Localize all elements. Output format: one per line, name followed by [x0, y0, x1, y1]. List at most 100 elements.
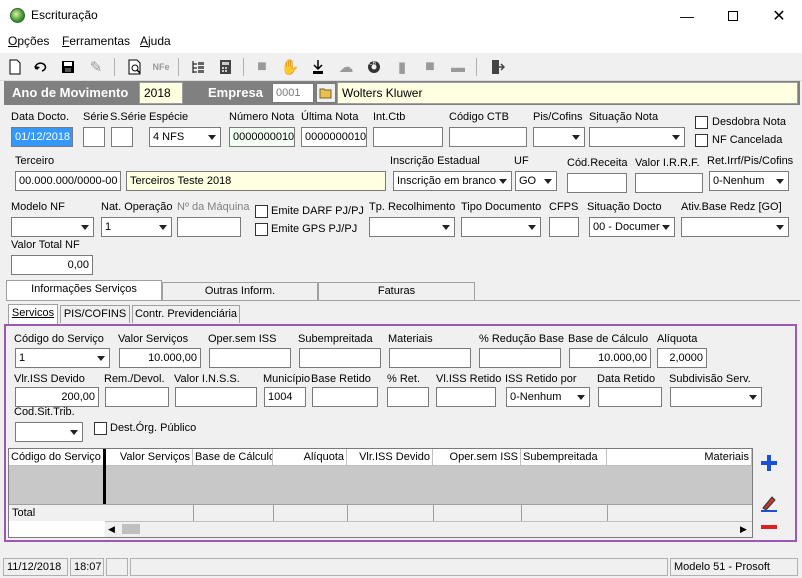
oper-sem-iss-field[interactable] — [209, 348, 291, 368]
servicos-grid[interactable]: Código do Serviço Valor Serviços Base de… — [8, 448, 753, 538]
building-icon[interactable]: ■ — [252, 57, 272, 77]
sserie-field[interactable] — [111, 127, 133, 147]
tipo-documento-select[interactable] — [461, 217, 541, 237]
emite-darf-checkbox[interactable] — [255, 205, 268, 218]
rem-devol-field[interactable] — [105, 387, 169, 407]
grid-header-vlr-iss-devido[interactable]: Vlr.ISS Devido — [347, 449, 433, 466]
subtab-pis-cofins[interactable]: PIS/COFINS — [60, 305, 130, 323]
numero-nota-field[interactable]: 0000000010 — [229, 127, 295, 147]
uf-select[interactable]: GO — [515, 171, 557, 191]
tree-list-icon[interactable] — [188, 57, 208, 77]
empresa-code-field[interactable]: 0001 — [272, 83, 314, 103]
save-icon[interactable] — [58, 57, 78, 77]
menu-opcoes[interactable]: Opções — [8, 34, 49, 48]
grid-header-materiais[interactable]: Materiais — [607, 449, 752, 466]
int-ctb-field[interactable] — [373, 127, 443, 147]
serie-field[interactable] — [83, 127, 105, 147]
vl-iss-retido-field[interactable] — [436, 387, 496, 407]
hand-icon[interactable]: ✋ — [280, 57, 300, 77]
edit-row-icon[interactable] — [758, 492, 780, 514]
cod-sit-trib-select[interactable] — [15, 422, 83, 442]
menu-ferramentas[interactable]: Ferramentas — [62, 34, 130, 48]
print-preview-icon[interactable] — [125, 57, 145, 77]
tab-outras-inform[interactable]: Outras Inform. — [162, 282, 318, 300]
valor-servicos-field[interactable]: 10.000,00 — [119, 348, 201, 368]
tab-faturas[interactable]: Faturas — [318, 282, 475, 300]
pct-ret-field[interactable] — [387, 387, 429, 407]
cod-receita-field[interactable] — [567, 173, 627, 193]
data-retido-field[interactable] — [598, 387, 662, 407]
nfe-icon[interactable]: NFe — [151, 57, 171, 77]
base-retido-field[interactable] — [312, 387, 378, 407]
grid-horizontal-scrollbar[interactable] — [105, 521, 752, 537]
desdobra-nota-checkbox[interactable] — [695, 116, 708, 129]
rem-devol-label: Rem./Devol. — [104, 373, 165, 385]
situacao-nota-select[interactable] — [589, 127, 685, 147]
grid-header-valor-servicos[interactable]: Valor Serviços — [105, 449, 193, 466]
codigo-ctb-field[interactable] — [449, 127, 527, 147]
data-docto-field[interactable]: 01/12/2018 — [11, 127, 73, 147]
ret-irrf-select[interactable]: 0-Nenhum — [709, 171, 789, 191]
menu-ajuda[interactable]: Ajuda — [140, 34, 171, 48]
subtab-contr-previdenciaria[interactable]: Contr. Previdenciária — [132, 305, 240, 323]
nro-maquina-field[interactable] — [177, 217, 241, 237]
square-icon[interactable]: ■ — [420, 57, 440, 77]
municipio-field[interactable]: 1004 — [264, 387, 306, 407]
gear-icon[interactable]: CB — [364, 57, 384, 77]
subempreitada-field[interactable] — [299, 348, 381, 368]
reducao-base-field[interactable] — [479, 348, 561, 368]
eraser-icon[interactable]: ✎ — [86, 57, 106, 77]
folder-open-icon[interactable] — [316, 83, 336, 103]
ultima-nota-field[interactable]: 0000000010 — [301, 127, 367, 147]
iss-retido-por-select[interactable]: 0-Nenhum — [506, 387, 590, 407]
inscricao-estadual-select[interactable]: Inscrição em branco — [393, 171, 512, 191]
grid-header-base-calculo[interactable]: Base de Cálculo — [193, 449, 273, 466]
barcode-icon[interactable]: ▮ — [392, 57, 412, 77]
codigo-servico-select[interactable]: 1 — [15, 348, 110, 368]
pis-cofins-select[interactable] — [533, 127, 585, 147]
download-icon[interactable] — [308, 57, 328, 77]
close-button[interactable]: ✕ — [756, 0, 802, 31]
terceiro-cnpj-field[interactable]: 00.000.000/0000-00 — [15, 171, 121, 191]
situacao-docto-select[interactable]: 00 - Documer — [589, 217, 675, 237]
ativ-base-select[interactable] — [681, 217, 789, 237]
empresa-name-field[interactable]: Wolters Kluwer — [337, 82, 798, 104]
valor-total-field[interactable]: 0,00 — [11, 255, 93, 275]
nf-cancelada-checkbox[interactable] — [695, 134, 708, 147]
valor-inss-field[interactable] — [175, 387, 257, 407]
scroll-left-icon[interactable]: ◀ — [108, 524, 115, 535]
terceiro-name-field[interactable]: Terceiros Teste 2018 — [126, 171, 386, 191]
add-row-icon[interactable] — [758, 452, 780, 474]
modelo-nf-select[interactable] — [11, 217, 94, 237]
vlr-iss-devido-field[interactable]: 200,00 — [15, 387, 99, 407]
maximize-button[interactable] — [710, 0, 756, 31]
base-calculo-field[interactable]: 10.000,00 — [569, 348, 651, 368]
grid-header-codigo-servico[interactable]: Código do Serviço — [9, 449, 105, 466]
materiais-field[interactable] — [389, 348, 471, 368]
tab-informacoes-servicos[interactable]: Informações Serviços — [6, 280, 162, 300]
ano-movimento-field[interactable]: 2018 — [139, 82, 183, 104]
scroll-thumb[interactable] — [122, 524, 140, 534]
subdivisao-select[interactable] — [670, 387, 762, 407]
undo-icon[interactable] — [31, 57, 51, 77]
subtab-servicos[interactable]: Servicos — [8, 304, 58, 324]
dest-org-publico-checkbox[interactable] — [94, 422, 107, 435]
aliquota-field[interactable]: 2,0000 — [657, 348, 707, 368]
especie-select[interactable]: 4 NFS — [149, 127, 221, 147]
scroll-right-icon[interactable]: ▶ — [740, 524, 747, 535]
grid-header-aliquota[interactable]: Alíquota — [273, 449, 347, 466]
cloud-icon[interactable]: ☁ — [336, 57, 356, 77]
new-document-icon[interactable] — [5, 57, 25, 77]
remove-row-icon[interactable] — [758, 516, 780, 538]
bar-icon[interactable]: ▬ — [448, 57, 468, 77]
grid-header-subempreitada[interactable]: Subempreitada — [521, 449, 607, 466]
tp-recolhimento-select[interactable] — [369, 217, 455, 237]
valor-irrf-field[interactable] — [635, 173, 703, 193]
nat-operacao-select[interactable]: 1 — [101, 217, 172, 237]
emite-gps-checkbox[interactable] — [255, 223, 268, 236]
minimize-button[interactable]: — — [664, 0, 710, 31]
calculator-icon[interactable] — [216, 57, 236, 77]
grid-header-oper-sem-iss[interactable]: Oper.sem ISS — [433, 449, 521, 466]
exit-door-icon[interactable] — [487, 57, 507, 77]
cfps-field[interactable] — [549, 217, 579, 237]
